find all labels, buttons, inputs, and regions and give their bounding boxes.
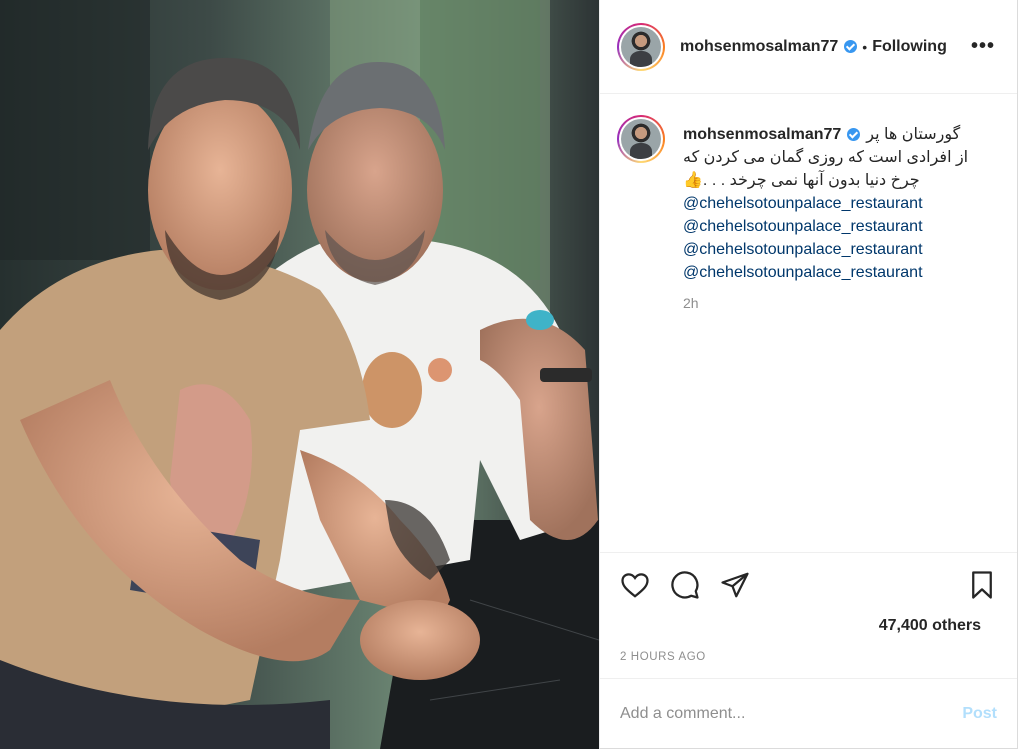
header-username[interactable]: mohsenmosalman77: [680, 38, 838, 56]
comment-form: Post: [600, 678, 1017, 749]
profile-avatar[interactable]: [617, 22, 665, 71]
verified-icon: [844, 40, 858, 53]
post-header: mohsenmosalman77 • Following •••: [600, 0, 1017, 94]
avatar-image: [621, 119, 661, 159]
post-photo[interactable]: [0, 0, 599, 749]
mention-link[interactable]: @chehelsotounpalace_restaurant: [683, 238, 998, 261]
post-details-panel: mohsenmosalman77 • Following ••• mohsenm…: [599, 0, 1018, 749]
avatar-image: [621, 26, 661, 67]
verified-icon: [847, 128, 861, 141]
caption-username[interactable]: mohsenmosalman77: [683, 123, 841, 146]
post-timestamp[interactable]: 2 HOURS AGO: [620, 651, 706, 663]
caption-line-3: چرخ دنیا بدون آنها نمی چرخد . . .👍: [683, 172, 920, 189]
separator-dot: •: [862, 38, 868, 55]
heart-icon[interactable]: [620, 570, 650, 605]
mention-link[interactable]: @chehelsotounpalace_restaurant: [683, 261, 998, 284]
caption-avatar[interactable]: [617, 115, 665, 163]
caption-line-2: از افرادی است که روزی گمان می کردن که: [683, 149, 969, 166]
photo-illustration: [0, 0, 599, 749]
mention-link[interactable]: @chehelsotounpalace_restaurant: [683, 215, 998, 238]
following-button[interactable]: Following: [872, 38, 947, 56]
thumbs-up-emoji: 👍: [683, 172, 703, 189]
comment-icon[interactable]: [670, 570, 700, 605]
comment-input[interactable]: [620, 705, 963, 723]
post-comment-button[interactable]: Post: [962, 705, 997, 723]
actions-bar: 47,400 others 2 HOURS AGO: [600, 552, 1017, 663]
more-options-icon[interactable]: •••: [971, 36, 995, 56]
caption-line-1: گورستان ها پر: [866, 126, 961, 143]
caption-text: mohsenmosalman77 گورستان ها پر از افرادی…: [683, 123, 998, 284]
save-icon[interactable]: [967, 570, 997, 605]
share-icon[interactable]: [720, 570, 750, 605]
mention-link[interactable]: @chehelsotounpalace_restaurant: [683, 192, 998, 215]
caption-time[interactable]: 2h: [683, 295, 699, 311]
likes-count[interactable]: 47,400 others: [879, 617, 981, 635]
